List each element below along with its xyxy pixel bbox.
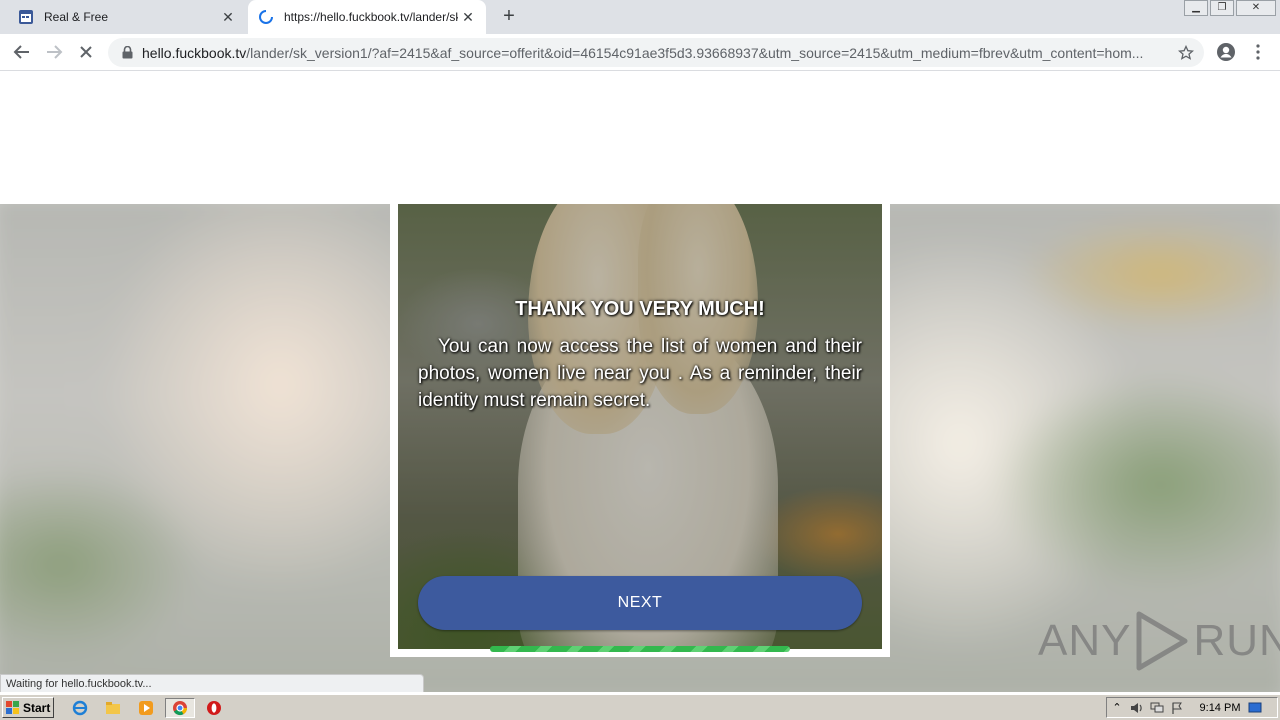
- clock[interactable]: 9:14 PM: [1195, 702, 1245, 714]
- restore-icon[interactable]: ❐: [1210, 0, 1234, 16]
- close-tab-icon[interactable]: ✕: [458, 7, 478, 27]
- loading-spinner-icon: [258, 9, 274, 25]
- taskbar: Start ⌃ 9:14 PM: [0, 694, 1280, 720]
- url-path: /lander/sk_version1/?af=2415&af_source=o…: [246, 44, 1144, 61]
- play-triangle-icon: [1136, 611, 1188, 671]
- internet-explorer-icon[interactable]: [70, 698, 90, 718]
- address-bar[interactable]: hello.fuckbook.tv/lander/sk_version1/?af…: [108, 38, 1204, 67]
- message-block: THANK YOU VERY MUCH! You can now access …: [418, 298, 862, 414]
- opera-icon[interactable]: [204, 698, 224, 718]
- browser-toolbar: hello.fuckbook.tv/lander/sk_version1/?af…: [0, 34, 1280, 71]
- volume-icon[interactable]: [1127, 700, 1147, 716]
- close-tab-icon[interactable]: ✕: [218, 7, 238, 27]
- tab-real-and-free[interactable]: Real & Free ✕: [8, 0, 246, 34]
- action-center-flag-icon[interactable]: [1167, 700, 1187, 716]
- tab-strip: Real & Free ✕ https://hello.fuckbook.tv/…: [0, 0, 1280, 34]
- thank-you-heading: THANK YOU VERY MUCH!: [515, 298, 765, 320]
- watermark-left: ANY: [1038, 616, 1132, 665]
- show-hidden-icons-icon[interactable]: ⌃: [1107, 700, 1127, 716]
- profile-icon[interactable]: [1214, 40, 1238, 64]
- tab-title: Real & Free: [44, 10, 109, 24]
- back-button[interactable]: [10, 40, 34, 64]
- watermark-right: RUN: [1193, 616, 1280, 665]
- bookmark-star-icon[interactable]: [1176, 44, 1196, 61]
- network-icon[interactable]: [1147, 700, 1167, 716]
- forward-button[interactable]: [42, 40, 66, 64]
- menu-kebab-icon[interactable]: [1246, 40, 1270, 64]
- url-host: hello.fuckbook.tv: [142, 44, 247, 61]
- url-text[interactable]: hello.fuckbook.tv/lander/sk_version1/?af…: [142, 45, 1176, 61]
- chrome-taskbar-icon[interactable]: [165, 698, 195, 718]
- page-viewport: THANK YOU VERY MUCH! You can now access …: [0, 72, 1280, 692]
- close-window-icon[interactable]: ✕: [1236, 0, 1276, 16]
- windows-logo-icon: [6, 700, 19, 714]
- progress-bar: [490, 646, 790, 652]
- progress-fill: [490, 646, 790, 652]
- stop-loading-button[interactable]: [74, 40, 98, 64]
- tab-title: https://hello.fuckbook.tv/lander/sk_: [284, 10, 458, 24]
- status-bubble: Waiting for hello.fuckbook.tv...: [0, 674, 424, 692]
- anyrun-watermark: ANY RUN: [1038, 610, 1280, 672]
- file-explorer-icon[interactable]: [103, 698, 123, 718]
- minimize-icon[interactable]: ▁: [1184, 0, 1208, 16]
- show-desktop-icon[interactable]: [1245, 700, 1265, 716]
- tab-fuckbook[interactable]: https://hello.fuckbook.tv/lander/sk_ ✕: [248, 0, 486, 34]
- start-button[interactable]: Start: [2, 697, 54, 718]
- lock-icon[interactable]: [120, 46, 134, 59]
- new-tab-button[interactable]: +: [498, 6, 520, 28]
- message-body: You can now access the list of women and…: [418, 336, 862, 411]
- calendar-icon: [18, 9, 34, 25]
- next-button[interactable]: NEXT: [418, 576, 862, 630]
- system-tray: ⌃ 9:14 PM: [1106, 697, 1278, 718]
- start-label: Start: [23, 700, 51, 715]
- window-controls: ▁ ❐ ✕: [1182, 0, 1276, 18]
- media-player-icon[interactable]: [136, 698, 156, 718]
